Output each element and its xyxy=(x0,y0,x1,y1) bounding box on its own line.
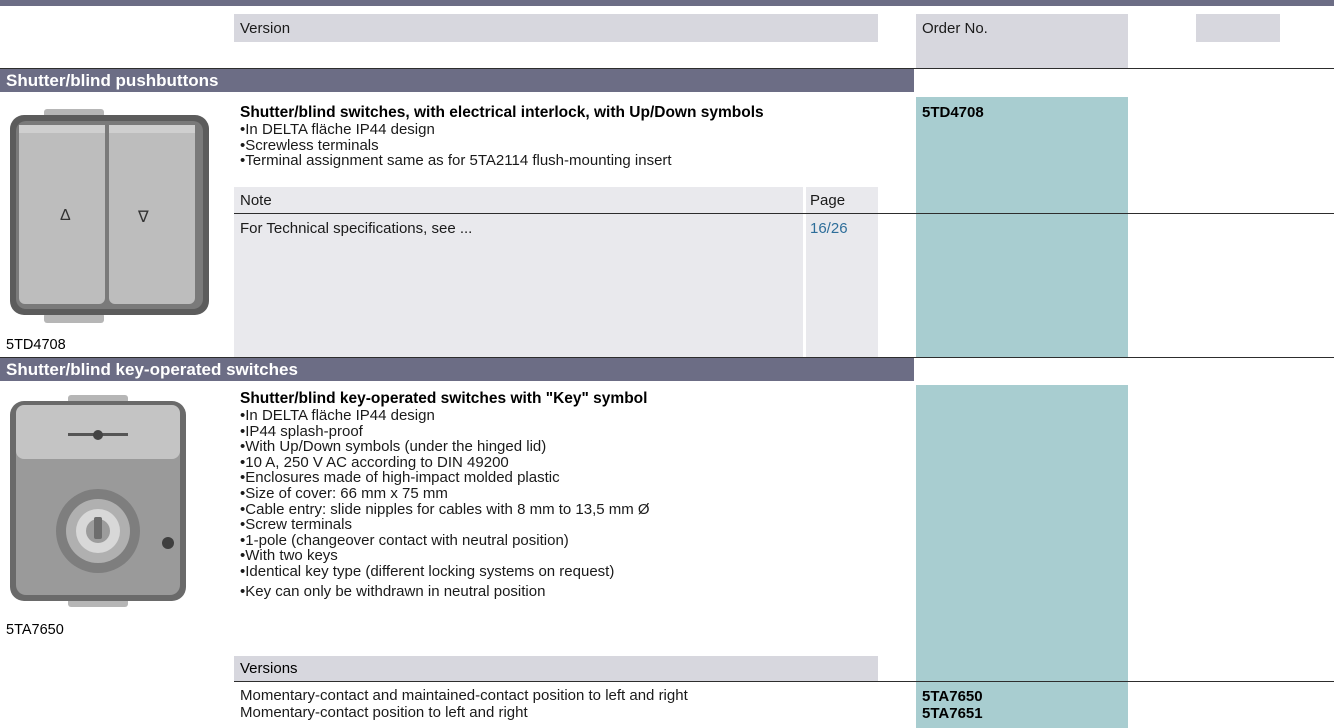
version-header-cell xyxy=(234,14,878,42)
extra-header-cell xyxy=(1196,14,1280,42)
feature-item: Enclosures made of high-impact molded pl… xyxy=(240,470,890,486)
key-switch-image xyxy=(8,393,188,609)
down-button-icon xyxy=(109,125,195,304)
feature-item: 1-pole (changeover contact with neutral … xyxy=(240,533,890,549)
version-row: Momentary-contact position to left and r… xyxy=(240,705,528,721)
section-header-pushbuttons: Shutter/blind pushbuttons xyxy=(0,69,914,92)
product-title: Shutter/blind key-operated switches with… xyxy=(240,390,648,407)
order-header: Order No. xyxy=(922,20,988,37)
feature-item: Screwless terminals xyxy=(240,137,890,154)
page-header: Page xyxy=(810,192,846,209)
order-number: 5TA7650 xyxy=(922,688,983,705)
image-caption: 5TD4708 xyxy=(6,337,66,353)
feature-item: Terminal assignment same as for 5TA2114 … xyxy=(240,153,890,169)
version-text: Momentary-contact and maintained-contact… xyxy=(240,687,688,704)
versions-rule xyxy=(234,681,1334,682)
order-column xyxy=(916,385,1128,728)
down-arrow-icon: ∇ xyxy=(138,209,149,226)
version-header: Version xyxy=(240,20,291,37)
order-number: 5TA7651 xyxy=(922,705,983,722)
feature-item: Identical key type (different locking sy… xyxy=(240,564,890,580)
feature-item: With Up/Down symbols (under the hinged l… xyxy=(240,439,890,455)
note-header-cell xyxy=(234,187,803,213)
note-text: For Technical specifications, see ... xyxy=(240,220,473,237)
up-arrow-icon: Δ xyxy=(60,207,71,224)
versions-header: Versions xyxy=(234,656,878,681)
feature-item: With two keys xyxy=(240,548,890,564)
version-row: Momentary-contact and maintained-contact… xyxy=(240,688,688,704)
feature-item: Key can only be withdrawn in neutral pos… xyxy=(240,583,890,600)
feature-item: Cable entry: slide nipples for cables wi… xyxy=(240,501,890,518)
order-number: 5TD4708 xyxy=(922,104,984,121)
top-bar xyxy=(0,0,1334,6)
feature-item: Size of cover: 66 mm x 75 mm xyxy=(240,486,890,502)
feature-item: IP44 splash-proof xyxy=(240,423,890,440)
feature-item: In DELTA fläche IP44 design xyxy=(240,408,890,424)
feature-item: Screw terminals xyxy=(240,517,890,533)
feature-item: 10 A, 250 V AC according to DIN 49200 xyxy=(240,455,890,471)
feature-item: In DELTA fläche IP44 design xyxy=(240,122,890,138)
image-caption: 5TA7650 xyxy=(6,622,64,638)
feature-list: In DELTA fläche IP44 design Screwless te… xyxy=(240,122,890,169)
shutter-pushbutton-image: Δ ∇ xyxy=(8,107,213,323)
page-link[interactable]: 16/26 xyxy=(810,221,848,237)
section-header-key-switches: Shutter/blind key-operated switches xyxy=(0,358,914,381)
screw-icon xyxy=(162,537,174,549)
order-column xyxy=(916,97,1128,357)
note-header: Note xyxy=(240,192,272,209)
version-text: Momentary-contact position to left and r… xyxy=(240,704,528,721)
feature-list: In DELTA fläche IP44 design IP44 splash-… xyxy=(240,408,890,599)
product-title: Shutter/blind switches, with electrical … xyxy=(240,104,764,121)
